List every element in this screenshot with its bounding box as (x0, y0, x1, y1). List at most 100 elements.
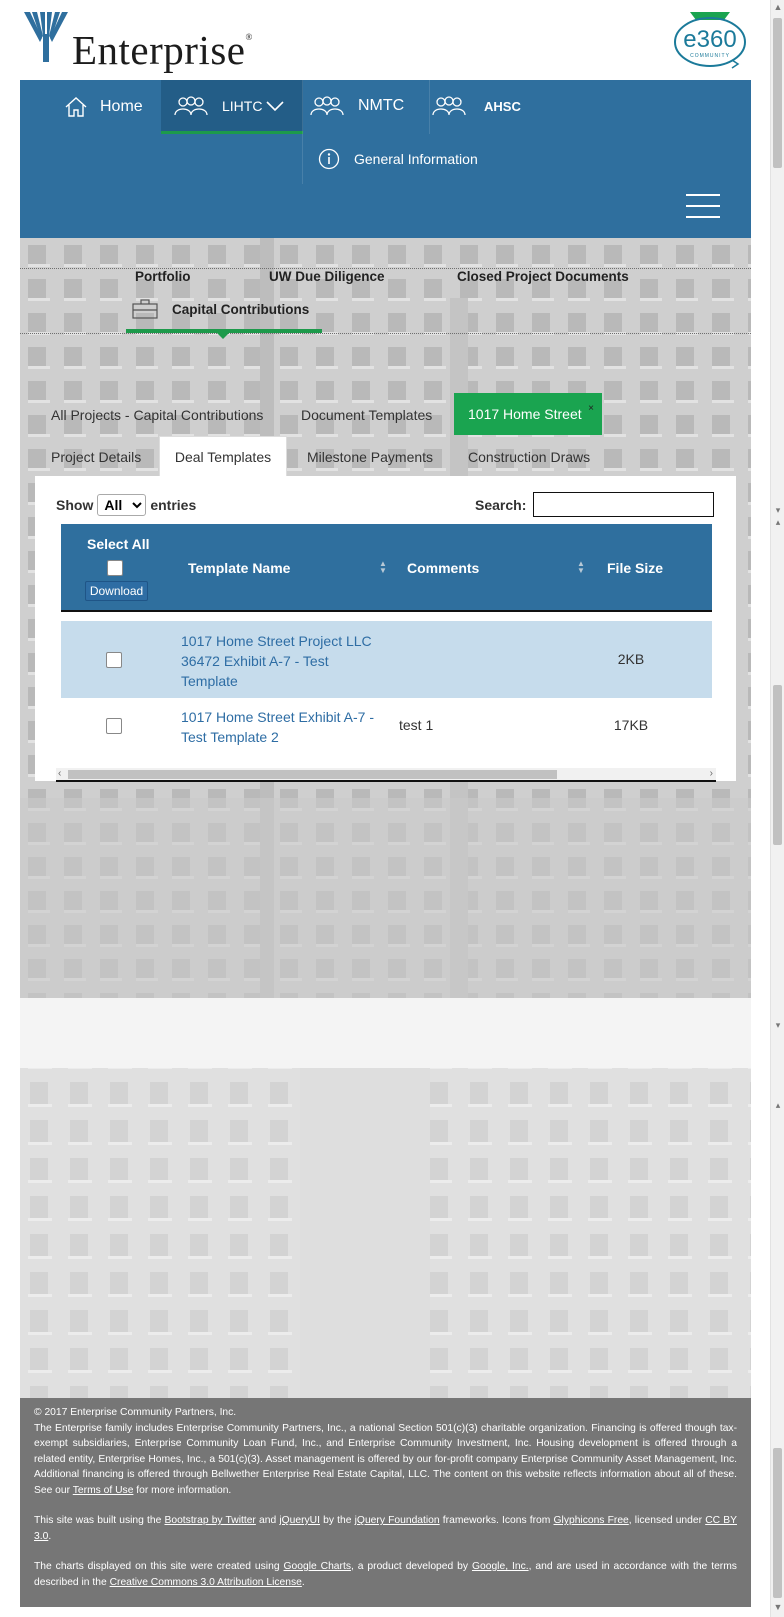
subnav-active-caret (217, 333, 229, 339)
nav-nmtc-label: NMTC (358, 97, 405, 114)
select-all-checkbox[interactable] (107, 560, 123, 576)
subnav-uw-due-diligence[interactable]: UW Due Diligence (269, 269, 385, 284)
scroll-left-arrow-icon[interactable]: ‹ (58, 768, 61, 779)
hamburger-line (686, 216, 720, 218)
nav-home-label: Home (100, 98, 143, 115)
nav-divider (302, 134, 303, 184)
hamburger-line (686, 194, 720, 196)
jqueryui-link[interactable]: jQueryUI (279, 1515, 320, 1526)
column-header-file-size[interactable]: File Size (607, 560, 663, 576)
info-icon (318, 148, 340, 170)
people-group-icon (432, 96, 466, 116)
menu-toggle-button[interactable] (686, 194, 720, 220)
e360-text: e360 (683, 26, 736, 53)
nav-general-information[interactable]: General Information (318, 148, 478, 170)
scroll-down-arrow-icon[interactable]: ▾ (771, 1020, 784, 1031)
download-button[interactable]: Download (85, 581, 148, 601)
row-comment: test 1 (399, 717, 434, 733)
nav-general-info-label: General Information (354, 151, 478, 167)
site-header: Enterprise® e360 COMMUNITY (0, 0, 770, 80)
table-row[interactable]: 1017 Home Street Exhibit A-7 - Test Temp… (61, 698, 712, 764)
people-group-icon (174, 96, 208, 116)
jquery-foundation-link[interactable]: jQuery Foundation (355, 1515, 440, 1526)
e360-community-logo-icon[interactable]: e360 COMMUNITY (672, 8, 748, 70)
template-link[interactable]: 1017 Home Street Project LLC 36472 Exhib… (181, 631, 381, 691)
hamburger-line (686, 205, 720, 207)
google-inc-link[interactable]: Google, Inc. (472, 1561, 529, 1572)
sunburst-logo-icon (24, 12, 68, 62)
people-group-icon (310, 96, 344, 116)
scroll-up-arrow-icon[interactable]: ▴ (771, 1100, 784, 1111)
scrollbar-thumb[interactable] (68, 770, 557, 779)
search-label: Search: (475, 496, 527, 513)
glyphicons-link[interactable]: Glyphicons Free (554, 1515, 629, 1526)
scroll-up-arrow-icon[interactable]: ▲ (771, 2, 784, 12)
table-search: Search: (475, 492, 715, 517)
subnav-closed-project-documents[interactable]: Closed Project Documents (457, 269, 629, 284)
section-subnav: Portfolio UW Due Diligence Closed Projec… (20, 268, 751, 339)
enterprise-logo[interactable]: Enterprise® (24, 12, 253, 73)
nav-lihtc-label: LIHTC (222, 98, 263, 114)
scrollbar-thumb[interactable] (773, 1448, 782, 1598)
terms-of-use-link[interactable]: Terms of Use (73, 1485, 134, 1496)
footer-charts-note: The charts displayed on this site were c… (34, 1561, 737, 1588)
home-icon (65, 97, 87, 117)
scroll-up-arrow-icon[interactable]: ▴ (771, 517, 784, 528)
footer-disclosure: The Enterprise family includes Enterpris… (34, 1422, 737, 1496)
tab-document-templates[interactable]: Document Templates (301, 407, 432, 423)
entries-select[interactable]: All (97, 494, 147, 516)
tab-project-label: 1017 Home Street (468, 406, 582, 422)
google-charts-link[interactable]: Google Charts (284, 1561, 351, 1572)
tab-milestone-payments[interactable]: Milestone Payments (307, 449, 433, 465)
briefcase-icon (132, 299, 158, 319)
subnav-portfolio[interactable]: Portfolio (135, 269, 191, 284)
column-header-template-name[interactable]: Template Name (188, 560, 290, 576)
tab-close-icon[interactable]: × (588, 403, 594, 414)
nav-nmtc[interactable]: NMTC (310, 96, 404, 116)
tab-project-details[interactable]: Project Details (51, 449, 141, 465)
table-horizontal-scrollbar[interactable]: ‹ › (56, 768, 716, 782)
sort-icon[interactable]: ▲ ▼ (379, 560, 387, 575)
site-footer: © 2017 Enterprise Community Partners, In… (20, 1398, 751, 1607)
row-file-size: 17KB (613, 717, 649, 733)
nav-ahsc-label: AHSC (484, 98, 521, 114)
community-text: COMMUNITY (690, 53, 730, 59)
scroll-down-arrow-icon[interactable]: ▼ (771, 1602, 784, 1612)
table-header: Select All Download Template Name ▲ ▼ Com… (61, 524, 712, 612)
nav-home[interactable]: Home (64, 96, 143, 118)
nav-lihtc[interactable]: LIHTC (174, 96, 285, 116)
scrollbar-thumb[interactable] (773, 18, 782, 168)
show-label: Show (56, 497, 94, 513)
deal-templates-panel: Show All entries Search: Select All Down… (35, 476, 736, 782)
bootstrap-link[interactable]: Bootstrap by Twitter (164, 1515, 255, 1526)
tab-deal-templates[interactable]: Deal Templates (159, 436, 287, 477)
entries-label: entries (150, 497, 197, 513)
scroll-down-arrow-icon[interactable]: ▾ (771, 505, 784, 516)
row-checkbox[interactable] (106, 652, 122, 668)
main-navigation: Home LIHTC NMTC AHSC General Information (20, 80, 751, 238)
nav-ahsc[interactable]: AHSC (432, 96, 521, 116)
creative-commons-link[interactable]: Creative Commons 3.0 Attribution License (110, 1577, 302, 1588)
scroll-right-arrow-icon[interactable]: › (710, 768, 713, 779)
brand-name: Enterprise® (72, 27, 253, 73)
footer-credits: This site was built using the Bootstrap … (34, 1515, 737, 1542)
subnav-capital-contributions-label: Capital Contributions (172, 301, 310, 317)
row-checkbox[interactable] (106, 718, 122, 734)
sort-icon[interactable]: ▲ ▼ (577, 560, 585, 575)
chevron-down-icon (266, 101, 285, 112)
scrollbar-thumb[interactable] (773, 685, 782, 845)
row-file-size: 2KB (617, 651, 645, 667)
tab-construction-draws[interactable]: Construction Draws (468, 449, 590, 465)
subnav-capital-contributions[interactable]: Capital Contributions (132, 299, 309, 319)
template-link[interactable]: 1017 Home Street Exhibit A-7 - Test Temp… (181, 707, 381, 747)
select-all-label: Select All (87, 536, 150, 552)
page-scrollbar[interactable]: ▲ ▾ ▴ ▾ ▴ ▼ (770, 0, 784, 1617)
column-header-comments[interactable]: Comments (407, 560, 479, 576)
nav-divider (429, 80, 430, 134)
table-row[interactable]: 1017 Home Street Project LLC 36472 Exhib… (61, 621, 712, 698)
tab-all-projects[interactable]: All Projects - Capital Contributions (51, 407, 263, 423)
tab-project-1017-home-street[interactable]: 1017 Home Street × (454, 393, 602, 435)
nav-divider (302, 80, 303, 134)
footer-copyright: © 2017 Enterprise Community Partners, In… (34, 1407, 237, 1418)
search-input[interactable] (533, 492, 715, 517)
